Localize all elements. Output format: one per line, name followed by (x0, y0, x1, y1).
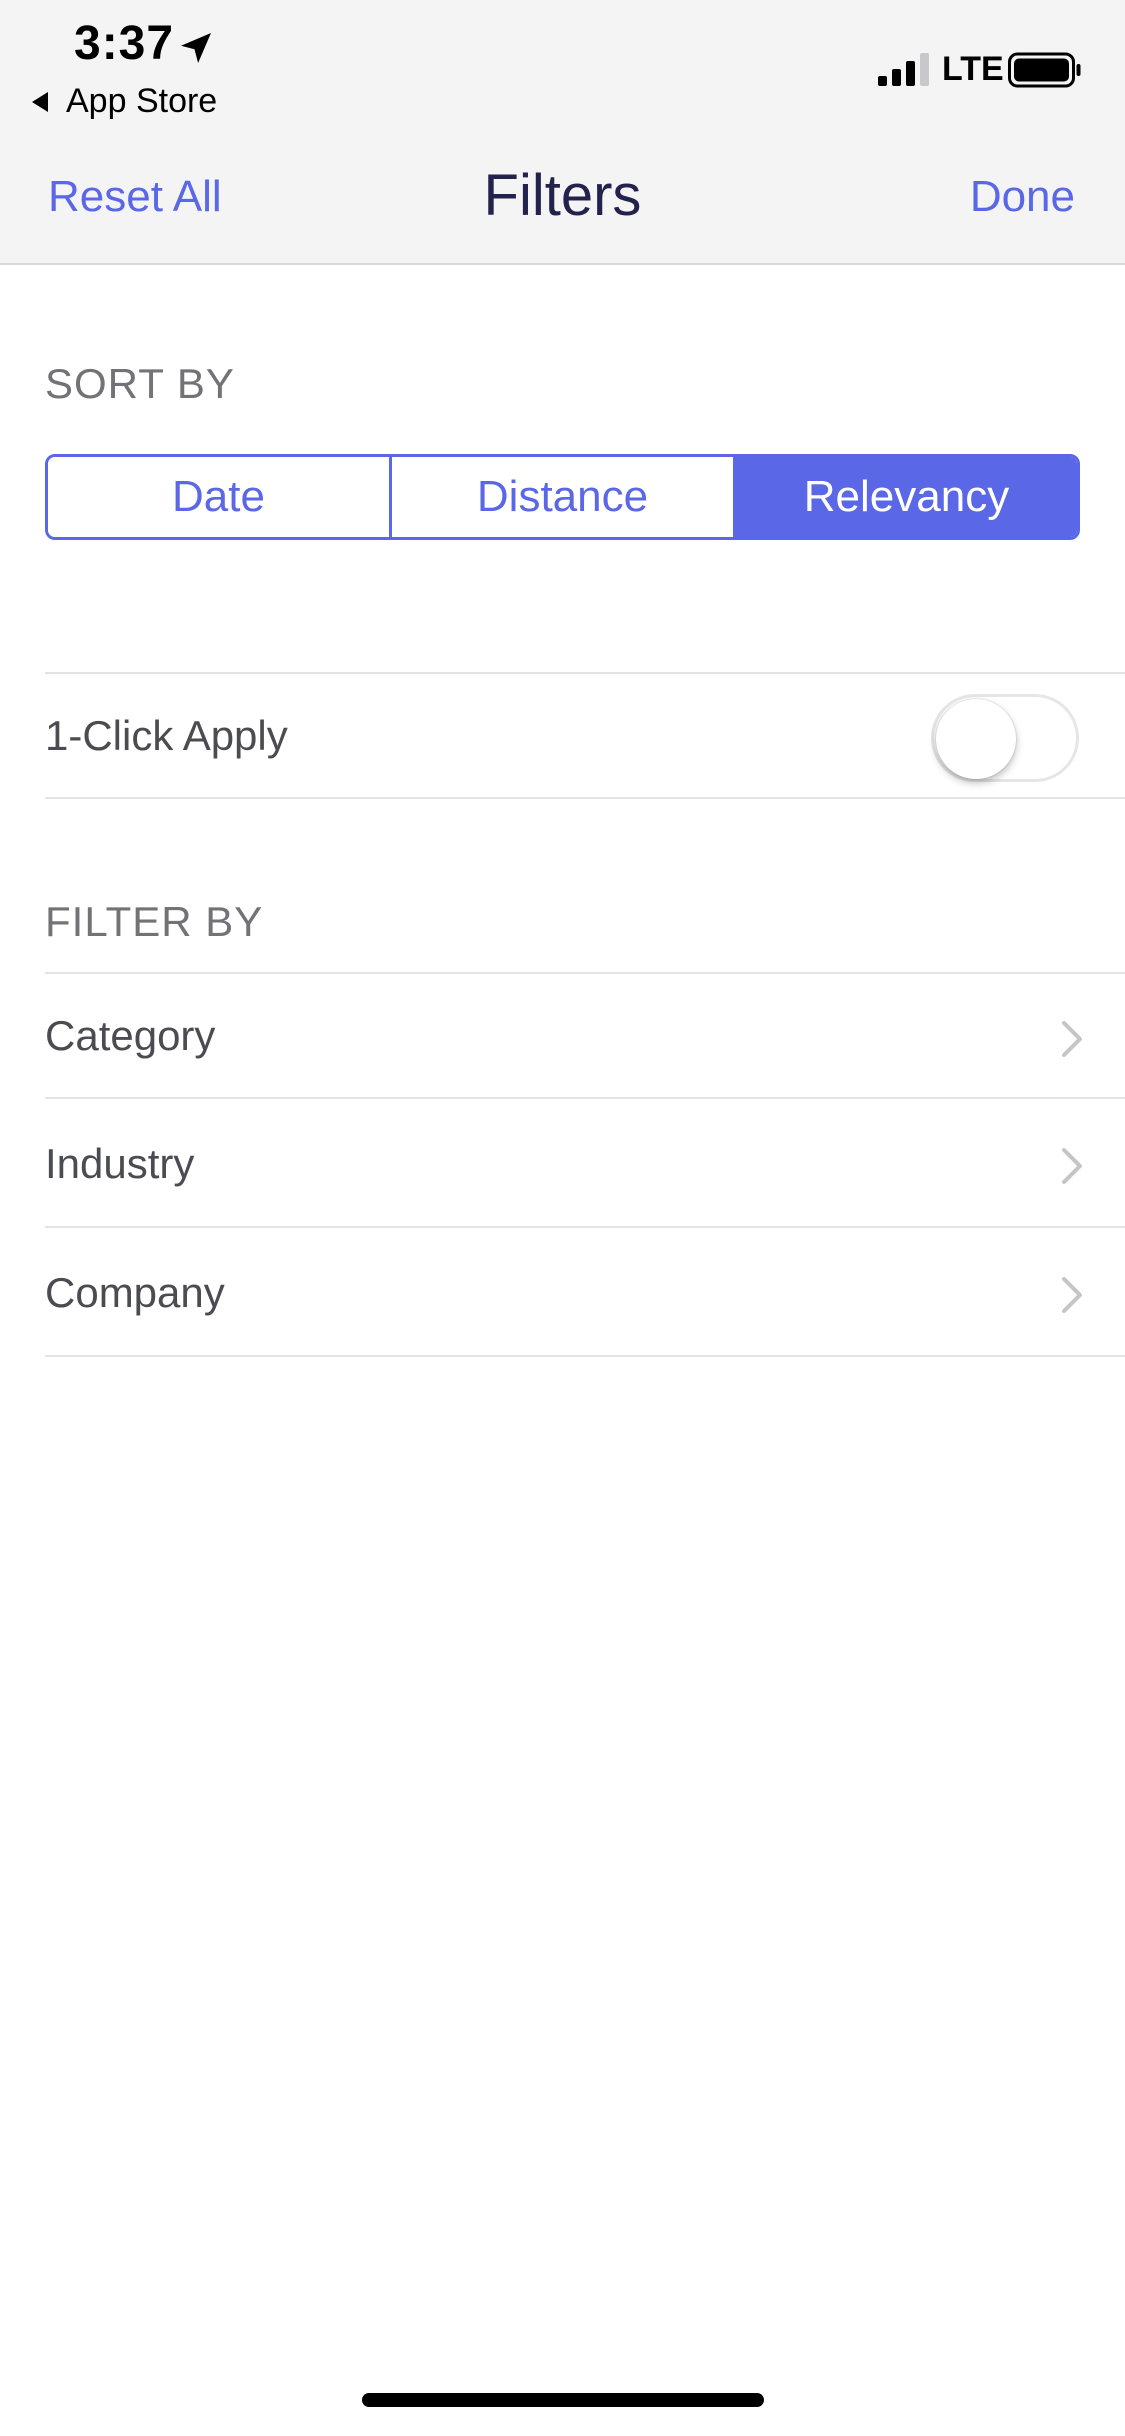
signal-icon (878, 53, 929, 86)
back-triangle-icon (32, 91, 48, 112)
filter-row-industry[interactable]: Industry (45, 1101, 1125, 1228)
page-title: Filters (483, 163, 642, 228)
one-click-apply-toggle[interactable] (931, 694, 1079, 782)
filter-by-header: FILTER BY (45, 898, 264, 945)
chevron-right-icon (1062, 1148, 1082, 1184)
top-bar: 3:37 App Store LTE Reset All Filters Don… (0, 0, 1125, 265)
back-app-label: App Store (66, 82, 218, 120)
filter-row-company[interactable]: Company (45, 1230, 1125, 1357)
status-time: 3:37 (74, 17, 175, 70)
network-type: LTE (942, 50, 1004, 88)
filter-row-label: Industry (45, 1139, 195, 1187)
sort-by-header: SORT BY (45, 360, 235, 407)
filter-row-category[interactable]: Category (45, 972, 1125, 1099)
one-click-apply-row: 1-Click Apply (45, 672, 1125, 799)
done-button[interactable]: Done (970, 172, 1075, 222)
filter-row-label: Company (45, 1268, 225, 1316)
sort-option-date[interactable]: Date (48, 457, 389, 537)
sort-option-relevancy[interactable]: Relevancy (733, 457, 1077, 537)
chevron-right-icon (1062, 1277, 1082, 1313)
toggle-knob (936, 699, 1016, 779)
home-indicator (362, 2393, 764, 2407)
battery-icon (1008, 52, 1081, 88)
location-arrow-icon (181, 33, 211, 63)
sort-segmented-control: Date Distance Relevancy (45, 454, 1080, 540)
filter-row-label: Category (45, 1011, 216, 1059)
back-to-app-button[interactable]: App Store (28, 82, 217, 121)
sort-option-distance[interactable]: Distance (389, 457, 733, 537)
chevron-right-icon (1062, 1021, 1082, 1057)
